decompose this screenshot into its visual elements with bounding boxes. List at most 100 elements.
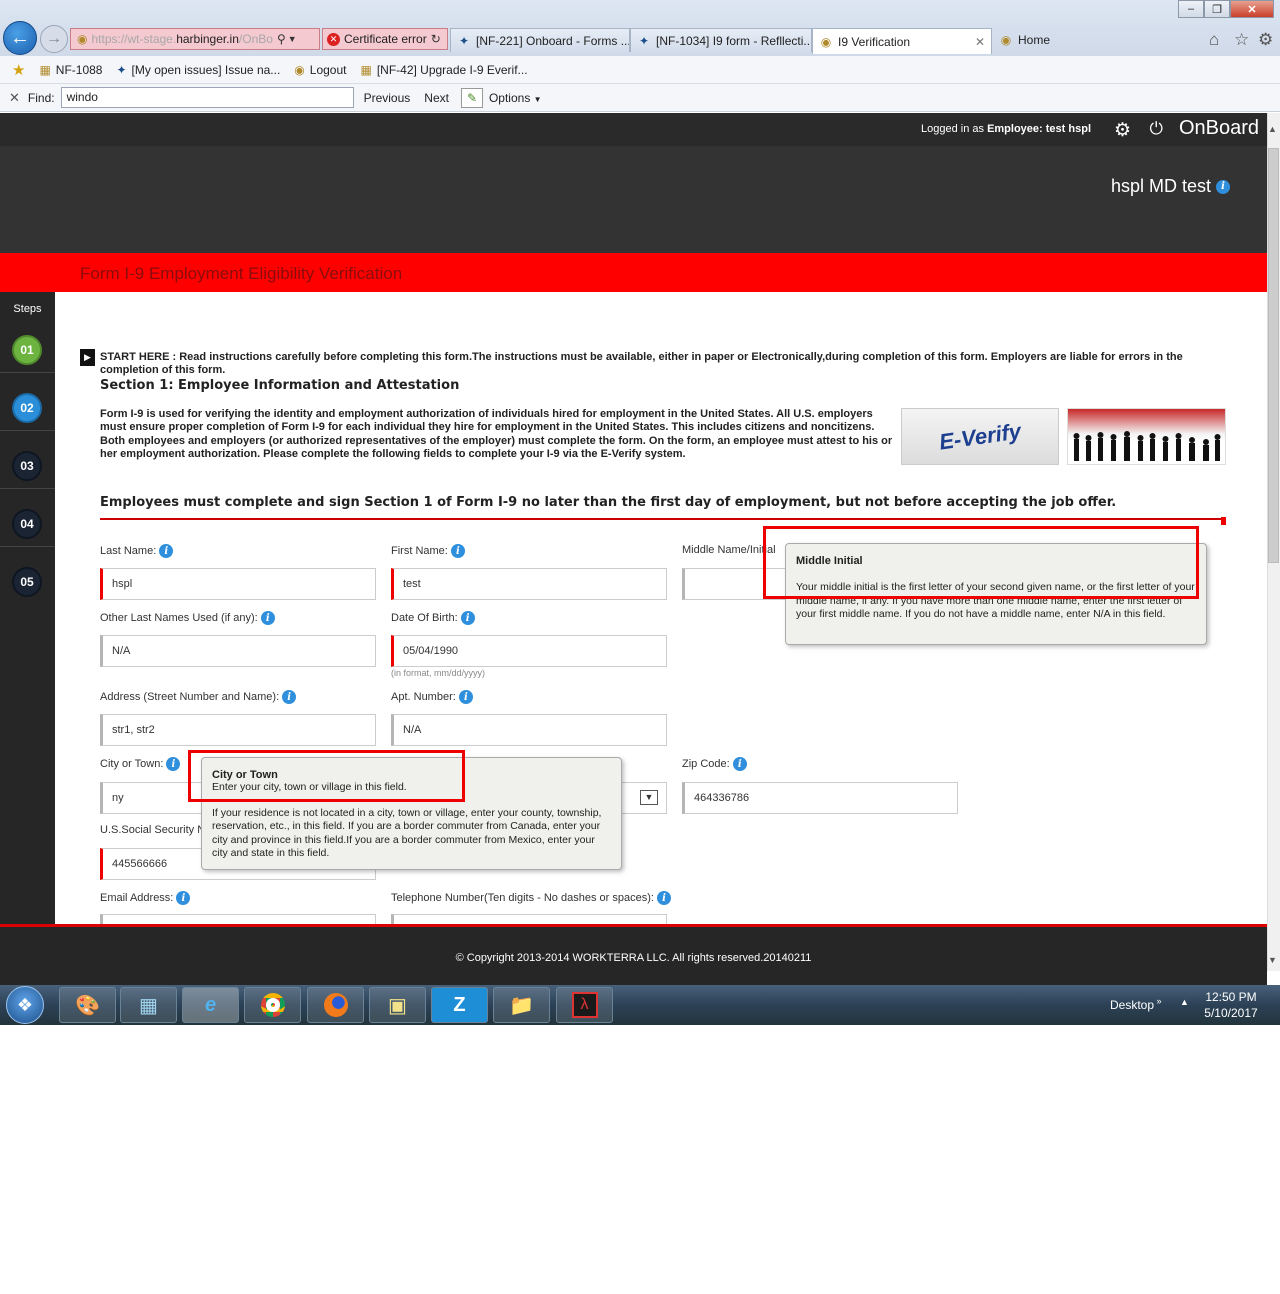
favorite-nf-1088[interactable]: ▦ NF-1088 [39, 63, 102, 77]
folder-icon: 📁 [509, 994, 534, 1017]
address-input[interactable]: str1, str2 [100, 714, 376, 746]
add-favorite-icon[interactable]: ★ [12, 61, 25, 79]
favorites-star-icon[interactable]: ☆ [1234, 30, 1249, 50]
other-last-names-input[interactable]: N/A [100, 635, 376, 667]
address-bar[interactable]: ◉ https://wt-stage. harbinger.in/OnBo ⚲ ▼ [70, 28, 320, 50]
back-button[interactable]: ← [3, 21, 37, 55]
everify-logo: E-Verify [901, 408, 1059, 465]
info-icon[interactable]: i [166, 757, 181, 771]
zip-code-input[interactable]: 464336786 [682, 782, 958, 814]
find-next-button[interactable]: Next [424, 91, 449, 105]
address-label-text: Address (Street Number and Name): [100, 690, 280, 703]
info-icon[interactable]: i [450, 544, 465, 558]
phone-label: Telephone Number(Ten digits - No dashes … [391, 891, 671, 905]
maximize-icon: ❐ [1212, 3, 1222, 16]
email-label-text: Email Address: [100, 891, 174, 904]
scroll-down-icon[interactable]: ▼ [1268, 955, 1277, 965]
start-here-text: START HERE : Read instructions carefully… [100, 351, 1183, 376]
find-options-button[interactable]: Options ▼ [489, 91, 542, 105]
forward-button[interactable]: → [40, 25, 68, 53]
step-divider [0, 372, 55, 373]
start-button[interactable]: ❖ [6, 986, 44, 1024]
favorite-logout[interactable]: ◉ Logout [294, 63, 346, 77]
tab-nf-221[interactable]: ✦ [NF-221] Onboard - Forms ... [450, 28, 630, 52]
step-divider [0, 488, 55, 489]
clock-time: 12:50 PM [1205, 990, 1257, 1004]
first-name-input[interactable]: test [391, 568, 667, 600]
show-hidden-icons[interactable]: ▲ [1180, 997, 1189, 1007]
dob-label: Date Of Birth: i [391, 611, 475, 625]
power-icon[interactable]: ⏻ [1150, 119, 1163, 139]
favorite-nf-42[interactable]: ▦ [NF-42] Upgrade I-9 Everif... [360, 63, 527, 77]
maximize-button[interactable]: ❐ [1204, 0, 1230, 18]
paint-taskbar-item[interactable]: 🎨 [59, 987, 116, 1023]
phone-input[interactable] [391, 914, 667, 924]
favorite-my-open-issues[interactable]: ✦ [My open issues] Issue na... [116, 63, 280, 77]
info-icon[interactable]: i [656, 891, 671, 905]
settings-gear-icon[interactable]: ⚙ [1114, 119, 1131, 142]
scrollbar-thumb[interactable] [1268, 148, 1279, 563]
chrome-taskbar-item[interactable] [244, 987, 301, 1023]
certificate-error-label: Certificate error [344, 32, 427, 46]
info-icon[interactable]: i [176, 891, 191, 905]
minimize-button[interactable]: – [1178, 0, 1204, 18]
jira-icon: ✦ [638, 33, 650, 48]
dropdown-icon: ▼ [287, 34, 297, 44]
home-icon[interactable]: ⌂ [1209, 30, 1219, 50]
section-divider [100, 518, 1226, 520]
close-find-icon[interactable]: ✕ [9, 90, 20, 106]
windows-logo-icon: ❖ [16, 994, 34, 1015]
dob-input[interactable]: 05/04/1990 [391, 635, 667, 667]
tab-i9-verification[interactable]: ◉ I9 Verification ✕ [812, 28, 992, 54]
step-03[interactable]: 03 [12, 451, 42, 481]
step-05[interactable]: 05 [12, 567, 42, 597]
acrobat-taskbar-item[interactable]: λ [556, 987, 613, 1023]
find-input[interactable]: windo [60, 87, 354, 108]
sticky-notes-taskbar-item[interactable]: ▣ [369, 987, 426, 1023]
internet-explorer-icon: e [204, 993, 217, 1016]
tab-nf-1034[interactable]: ✦ [NF-1034] I9 form - Refllecti... [630, 28, 812, 52]
info-icon[interactable]: i [460, 611, 475, 625]
z-app-taskbar-item[interactable]: Z [431, 987, 488, 1023]
expand-arrow-icon[interactable]: ▶ [80, 349, 95, 366]
everify-logo-text: E-Verify [937, 417, 1023, 455]
desktop-toolbar[interactable]: Desktop » [1110, 996, 1162, 1012]
company-info-icon[interactable]: i [1216, 179, 1230, 194]
info-icon[interactable]: i [458, 690, 473, 704]
highlight-icon[interactable]: ✎ [460, 87, 483, 108]
gear-icon[interactable]: ⚙ [1258, 30, 1273, 50]
step-02[interactable]: 02 [12, 393, 42, 423]
notes-icon: ▦ [139, 994, 158, 1017]
logged-in-user: test hspl [1045, 123, 1091, 135]
city-label-text: City or Town: [100, 757, 164, 770]
dob-label-text: Date Of Birth: [391, 611, 458, 624]
chevron-down-icon: ▼ [533, 94, 542, 104]
info-icon[interactable]: i [159, 544, 174, 558]
last-name-input[interactable]: hspl [100, 568, 376, 600]
ie-taskbar-item[interactable]: e [182, 987, 239, 1023]
apt-number-input[interactable]: N/A [391, 714, 667, 746]
clock[interactable]: 12:50 PM 5/10/2017 [1196, 989, 1266, 1021]
step-04[interactable]: 04 [12, 509, 42, 539]
notes-taskbar-item[interactable]: ▦ [120, 987, 177, 1023]
steps-label: Steps [13, 303, 42, 315]
tab-home[interactable]: ◉ Home [993, 28, 1193, 52]
step-divider [0, 546, 55, 547]
find-previous-button[interactable]: Previous [364, 91, 411, 105]
find-options-label: Options [488, 90, 531, 105]
info-icon[interactable]: i [282, 690, 297, 704]
scroll-up-icon[interactable]: ▲ [1268, 124, 1277, 134]
step-01[interactable]: 01 [12, 335, 42, 365]
site-icon: ◉ [294, 62, 305, 77]
info-icon[interactable]: i [732, 757, 747, 771]
tooltip-body: If your residence is not located in a ci… [212, 807, 602, 859]
brand-logo: OnBoard [1178, 117, 1259, 139]
close-tab-icon[interactable]: ✕ [975, 35, 985, 49]
explorer-taskbar-item[interactable]: 📁 [493, 987, 550, 1023]
firefox-taskbar-item[interactable] [307, 987, 364, 1023]
close-window-button[interactable]: ✕ [1230, 0, 1274, 18]
certificate-error[interactable]: ✕ Certificate error ↻ [322, 28, 448, 50]
email-input[interactable] [100, 914, 376, 924]
step-divider [0, 430, 55, 431]
info-icon[interactable]: i [260, 611, 275, 625]
